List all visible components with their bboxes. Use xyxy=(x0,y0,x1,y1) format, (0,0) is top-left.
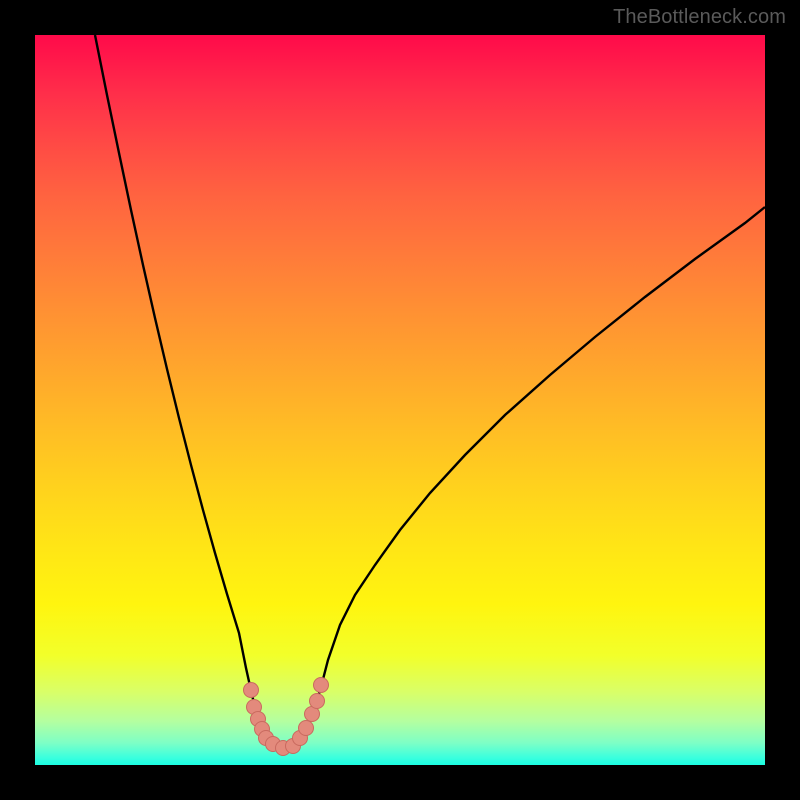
watermark-text: TheBottleneck.com xyxy=(613,6,786,29)
chart-frame: TheBottleneck.com xyxy=(0,0,800,800)
curve-layer xyxy=(35,35,765,765)
trough-markers xyxy=(244,678,329,756)
plot-area xyxy=(35,35,765,765)
data-marker xyxy=(314,678,329,693)
right-curve xyxy=(281,207,765,748)
left-curve xyxy=(95,35,281,748)
data-marker xyxy=(244,683,259,698)
data-marker xyxy=(299,721,314,736)
data-marker xyxy=(310,694,325,709)
